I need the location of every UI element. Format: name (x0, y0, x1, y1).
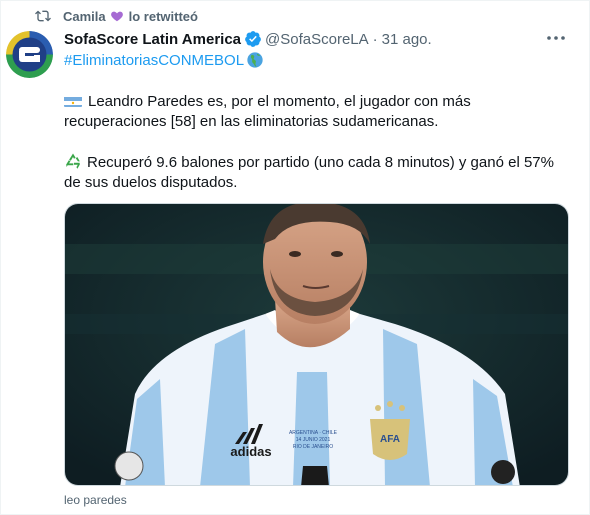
more-dots-icon (547, 36, 565, 40)
tweet-date[interactable]: 31 ago. (382, 31, 432, 48)
retweeter-name[interactable]: Camila (63, 9, 106, 24)
avatar[interactable] (6, 31, 53, 78)
recycle-icon (64, 152, 82, 170)
hashtag-line: #EliminatoriasCONMEBOL (64, 51, 264, 69)
paragraph-1-text: Leandro Paredes es, por el momento, el j… (64, 93, 471, 130)
match-date-text: 14 JUNIO 2021 (296, 437, 331, 443)
verified-badge-icon (245, 31, 261, 47)
sofascore-logo (6, 31, 53, 78)
tweet-media-image[interactable]: AFA adidas ARGENTINA · CHILE 14 JUNIO 20… (64, 203, 569, 486)
tweet-paragraph-2: Recuperó 9.6 balones por partido (uno ca… (64, 152, 569, 193)
retweet-icon (35, 10, 51, 22)
separator-dot: · (372, 30, 378, 48)
crest-text: AFA (380, 434, 400, 445)
tweet-paragraph-1: Leandro Paredes es, por el momento, el j… (64, 92, 569, 132)
tweet-header: SofaScore Latin America @SofaScoreLA · 3… (64, 30, 569, 48)
more-options-button[interactable] (545, 29, 567, 47)
paragraph-2-text: Recuperó 9.6 balones por partido (uno ca… (64, 154, 554, 191)
argentina-flag-icon (64, 95, 82, 107)
globe-americas-icon (247, 52, 263, 68)
player-photo: AFA adidas ARGENTINA · CHILE 14 JUNIO 20… (65, 204, 568, 485)
tweet-text: Leandro Paredes es, por el momento, el j… (64, 92, 569, 213)
retweet-context: Camila lo retwitteó (35, 8, 198, 24)
display-name[interactable]: SofaScore Latin America (64, 31, 241, 48)
retweet-suffix: lo retwitteó (128, 8, 198, 24)
match-city-text: RIO DE JANEIRO (293, 444, 333, 450)
hashtag-link[interactable]: #EliminatoriasCONMEBOL (64, 52, 244, 69)
purple-heart-icon (110, 9, 124, 24)
brand-text: adidas (230, 444, 271, 459)
user-handle[interactable]: @SofaScoreLA (265, 31, 369, 48)
media-alt-caption: leo paredes (64, 493, 127, 507)
tweet-card[interactable]: Camila lo retwitteó SofaScore Latin Amer… (0, 0, 590, 515)
match-text: ARGENTINA · CHILE (289, 430, 338, 436)
